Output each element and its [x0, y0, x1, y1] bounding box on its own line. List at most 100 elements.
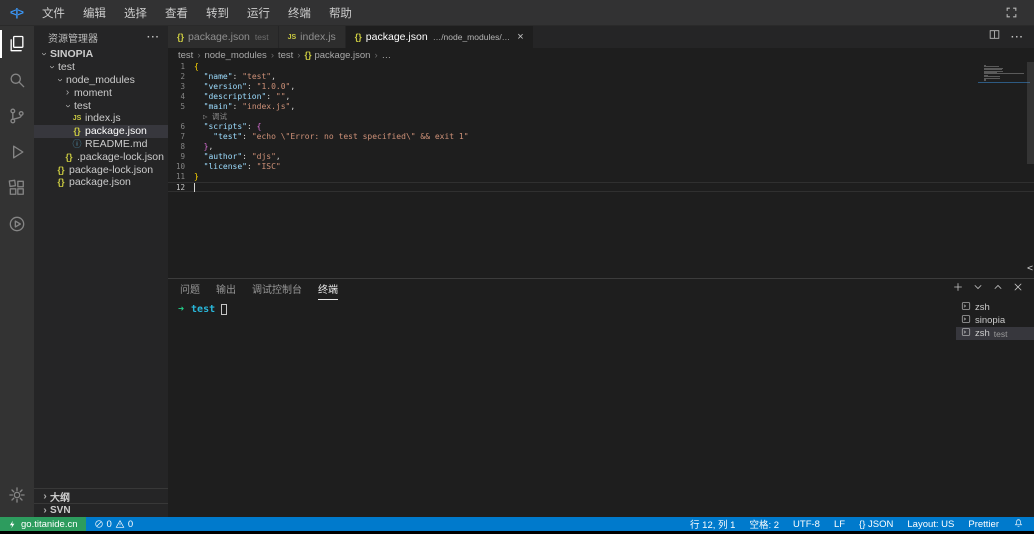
tree-item[interactable]: {}package.json [34, 125, 168, 138]
terminal-output[interactable]: ➜ test [168, 299, 956, 517]
files-icon[interactable] [0, 26, 34, 62]
sidebar-section-SVN[interactable]: ›SVN [34, 503, 168, 517]
tree-item[interactable]: {}package.json [34, 176, 168, 189]
split-editor-icon[interactable] [988, 28, 1001, 46]
remote-indicator[interactable]: go.titanide.cn [0, 517, 86, 531]
expand-icon[interactable] [1002, 4, 1020, 22]
menu-item[interactable]: 终端 [279, 2, 320, 24]
line-number: 5 [168, 102, 194, 112]
status-item[interactable]: 空格: 2 [749, 517, 779, 531]
breadcrumb-item[interactable]: ›{}package.json [293, 50, 370, 61]
explorer-header: 资源管理器 ··· [34, 26, 168, 48]
menu-item[interactable]: 选择 [115, 2, 156, 24]
tree-item[interactable]: {}package-lock.json [34, 163, 168, 176]
breadcrumb-separator: › [271, 50, 274, 61]
panel-body: ➜ test zshsinopiazshtest [168, 299, 1034, 517]
source-control-icon[interactable] [0, 98, 34, 134]
line-number: 12 [168, 183, 194, 191]
code-token: , [208, 142, 213, 152]
terminal-list-item[interactable]: zsh [956, 301, 1034, 314]
chevron-down-icon[interactable] [972, 280, 984, 298]
breadcrumb-item[interactable]: ›… [370, 50, 391, 61]
tab-description: …/node_modules/… [433, 32, 511, 42]
json-file-icon: {} [55, 177, 67, 187]
panel-tab[interactable]: 问题 [180, 279, 200, 299]
chevron-up-icon[interactable] [992, 280, 1004, 298]
tree-item[interactable]: {}.package-lock.json [34, 150, 168, 163]
tree-item[interactable]: ›test [34, 99, 168, 112]
plus-icon[interactable] [952, 280, 964, 298]
status-item[interactable]: UTF-8 [793, 519, 820, 530]
tree-item[interactable]: JSindex.js [34, 112, 168, 125]
breadcrumb-label: test [278, 50, 293, 61]
status-item[interactable]: {} JSON [859, 519, 893, 530]
code-token [194, 72, 204, 82]
breadcrumb-item[interactable]: ›node_modules [193, 50, 267, 61]
explorer-more-icon[interactable]: ··· [147, 32, 160, 43]
bell-icon[interactable] [1013, 517, 1024, 531]
tree-item[interactable]: ›node_modules [34, 74, 168, 87]
codelens-debug[interactable]: ▷ 调试 [168, 112, 1034, 122]
terminal-cursor [221, 304, 227, 315]
code-token: , [290, 102, 295, 112]
panel-tab[interactable]: 调试控制台 [252, 279, 302, 299]
code-token: "index.js" [242, 102, 290, 112]
remote-host-label: go.titanide.cn [21, 519, 78, 530]
panel-tab[interactable]: 输出 [216, 279, 236, 299]
sidebar-bottom-sections: ›大纲›SVN [34, 488, 168, 517]
code-token: "ISC" [257, 162, 281, 172]
breadcrumb-item[interactable]: › test [267, 50, 293, 61]
minimap[interactable] [984, 65, 1024, 82]
code-line: 1{ [168, 62, 1034, 72]
search-icon[interactable] [0, 62, 34, 98]
code-token [194, 162, 204, 172]
main-area: 资源管理器 ··· ›SINOPIA›test›node_modules›mom… [0, 26, 1034, 517]
code-token: , [286, 92, 291, 102]
run-debug-icon[interactable] [0, 134, 34, 170]
editor-tab[interactable]: JSindex.js [279, 26, 346, 48]
remote-bolt-icon [8, 520, 17, 529]
terminal-icon [961, 327, 975, 340]
terminal-list-item[interactable]: zshtest [956, 327, 1034, 340]
menu-item[interactable]: 查看 [156, 2, 197, 24]
chevron-left-icon[interactable]: < [1027, 263, 1033, 274]
menu-item[interactable]: 转到 [197, 2, 238, 24]
editor-tab[interactable]: {}package.jsontest [168, 26, 279, 48]
menu-item[interactable]: 运行 [238, 2, 279, 24]
status-item[interactable]: LF [834, 519, 845, 530]
error-count: 0 [107, 519, 112, 530]
panel-tab[interactable]: 终端 [318, 279, 338, 300]
status-item[interactable]: Layout: US [907, 519, 954, 530]
tree-item[interactable]: ›SINOPIA [34, 48, 168, 61]
extensions-icon[interactable] [0, 170, 34, 206]
line-number: 9 [168, 152, 194, 162]
code-editor[interactable]: 1{2 "name": "test",3 "version": "1.0.0",… [168, 62, 1034, 278]
code-token: : [247, 162, 257, 172]
tree-item[interactable]: ›moment [34, 86, 168, 99]
tree-item[interactable]: ⓘREADME.md [34, 138, 168, 151]
problems-indicator[interactable]: 0 0 [86, 519, 142, 530]
menu-item[interactable]: 帮助 [320, 2, 361, 24]
code-token: , [271, 72, 276, 82]
breadcrumb-separator: › [197, 50, 200, 61]
sidebar-section-大纲[interactable]: ›大纲 [34, 489, 168, 503]
breadcrumb-item[interactable]: test [178, 50, 193, 61]
code-token: : [242, 152, 252, 162]
menu-item[interactable]: 编辑 [74, 2, 115, 24]
editor-more-icon[interactable]: ··· [1011, 32, 1024, 43]
terminal-list: zshsinopiazshtest [956, 299, 1034, 517]
terminal-list-item[interactable]: sinopia [956, 314, 1034, 327]
code-token: { [194, 62, 199, 72]
menu-item[interactable]: 文件 [33, 2, 74, 24]
editor-scrollbar[interactable] [1027, 62, 1034, 164]
gear-icon[interactable] [0, 477, 34, 513]
close-icon[interactable] [1012, 280, 1024, 298]
close-icon[interactable]: × [517, 31, 523, 43]
status-item[interactable]: 行 12, 列 1 [690, 517, 735, 531]
status-item[interactable]: Prettier [968, 519, 999, 530]
terminal-item-label: sinopia [975, 315, 1005, 326]
code-token: "name" [204, 72, 233, 82]
circle-play-icon[interactable] [0, 206, 34, 242]
tree-item[interactable]: ›test [34, 61, 168, 74]
editor-tab[interactable]: {}package.json…/node_modules/…× [346, 26, 534, 48]
